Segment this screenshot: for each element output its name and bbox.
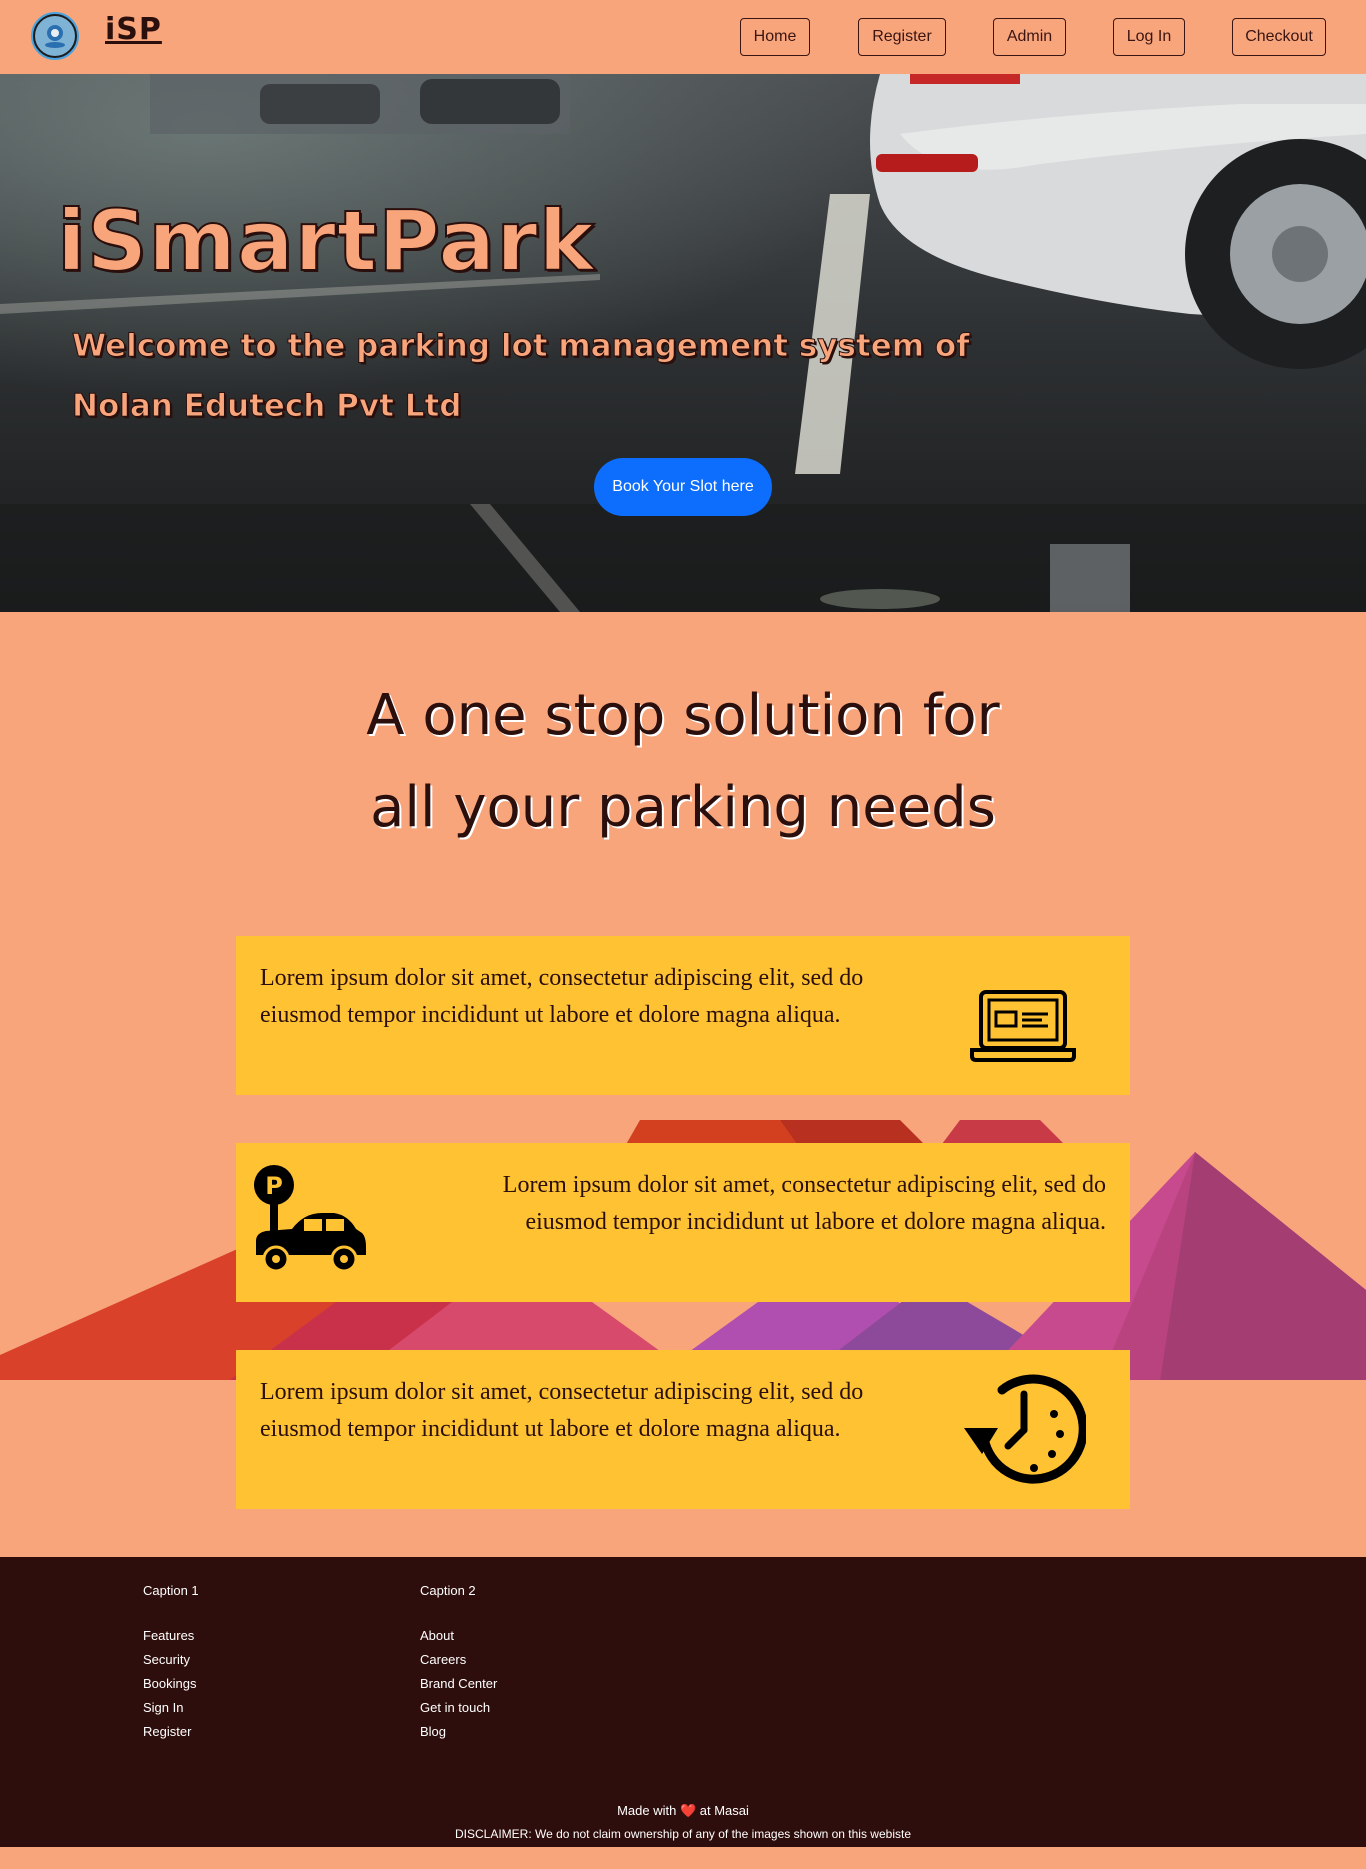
feature-card-1-text: Lorem ipsum dolor sit amet, consectetur … <box>260 965 864 1028</box>
feature-card-1: Lorem ipsum dolor sit amet, consectetur … <box>236 936 1130 1095</box>
footer-column-2: Caption 2 About Careers Brand Center Get… <box>420 1583 497 1744</box>
tagline-heading: A one stop solution for all your parking… <box>0 670 1366 854</box>
footer-caption-2: Caption 2 <box>420 1583 476 1598</box>
footer-link-security[interactable]: Security <box>143 1648 199 1672</box>
footer-column-1: Caption 1 Features Security Bookings Sig… <box>143 1583 199 1744</box>
nav-register-button[interactable]: Register <box>858 18 946 56</box>
footer-link-blog[interactable]: Blog <box>420 1720 497 1744</box>
clock-history-icon <box>964 1374 1086 1484</box>
tagline-line-1: A one stop solution for <box>366 683 1000 748</box>
footer-link-features[interactable]: Features <box>143 1624 199 1648</box>
footer-link-careers[interactable]: Careers <box>420 1648 497 1672</box>
parking-car-icon: P <box>254 1165 366 1273</box>
navbar: iSP Home Register Admin Log In Checkout <box>0 0 1366 74</box>
hero-subtitle: Welcome to the parking lot management sy… <box>72 328 971 425</box>
nav-admin-button[interactable]: Admin <box>993 18 1066 56</box>
feature-card-2: Lorem ipsum dolor sit amet, consectetur … <box>236 1143 1130 1302</box>
nav-login-button[interactable]: Log In <box>1113 18 1185 56</box>
logo-icon[interactable] <box>31 12 79 60</box>
nav-checkout-button[interactable]: Checkout <box>1232 18 1326 56</box>
footer-caption-1: Caption 1 <box>143 1583 199 1598</box>
hero-title: iSmartPark <box>56 191 596 291</box>
footer-link-sign-in[interactable]: Sign In <box>143 1696 199 1720</box>
footer-link-brand-center[interactable]: Brand Center <box>420 1672 497 1696</box>
heart-icon: ❤️ <box>679 1803 697 1818</box>
made-with-text: Made with ❤️ at Masai <box>0 1803 1366 1819</box>
footer-link-register[interactable]: Register <box>143 1720 199 1744</box>
feature-card-2-text: Lorem ipsum dolor sit amet, consectetur … <box>502 1172 1106 1235</box>
footer-link-bookings[interactable]: Bookings <box>143 1672 199 1696</box>
footer-link-about[interactable]: About <box>420 1624 497 1648</box>
footer: Caption 1 Features Security Bookings Sig… <box>0 1557 1366 1847</box>
brand-logo-text[interactable]: iSP <box>105 12 162 47</box>
laptop-icon <box>970 990 1076 1062</box>
disclaimer-text: DISCLAIMER: We do not claim ownership of… <box>455 1827 911 1841</box>
hero-section: iSmartPark Welcome to the parking lot ma… <box>0 74 1366 612</box>
feature-card-3-text: Lorem ipsum dolor sit amet, consectetur … <box>260 1379 864 1442</box>
footer-link-get-in-touch[interactable]: Get in touch <box>420 1696 497 1720</box>
made-with-suffix: at Masai <box>699 1803 749 1818</box>
svg-text:P: P <box>265 1172 283 1200</box>
made-with-prefix: Made with <box>617 1803 677 1818</box>
nav-home-button[interactable]: Home <box>740 18 810 56</box>
tagline-line-2: all your parking needs <box>370 775 996 840</box>
feature-card-3: Lorem ipsum dolor sit amet, consectetur … <box>236 1350 1130 1509</box>
book-slot-button[interactable]: Book Your Slot here <box>594 458 772 516</box>
